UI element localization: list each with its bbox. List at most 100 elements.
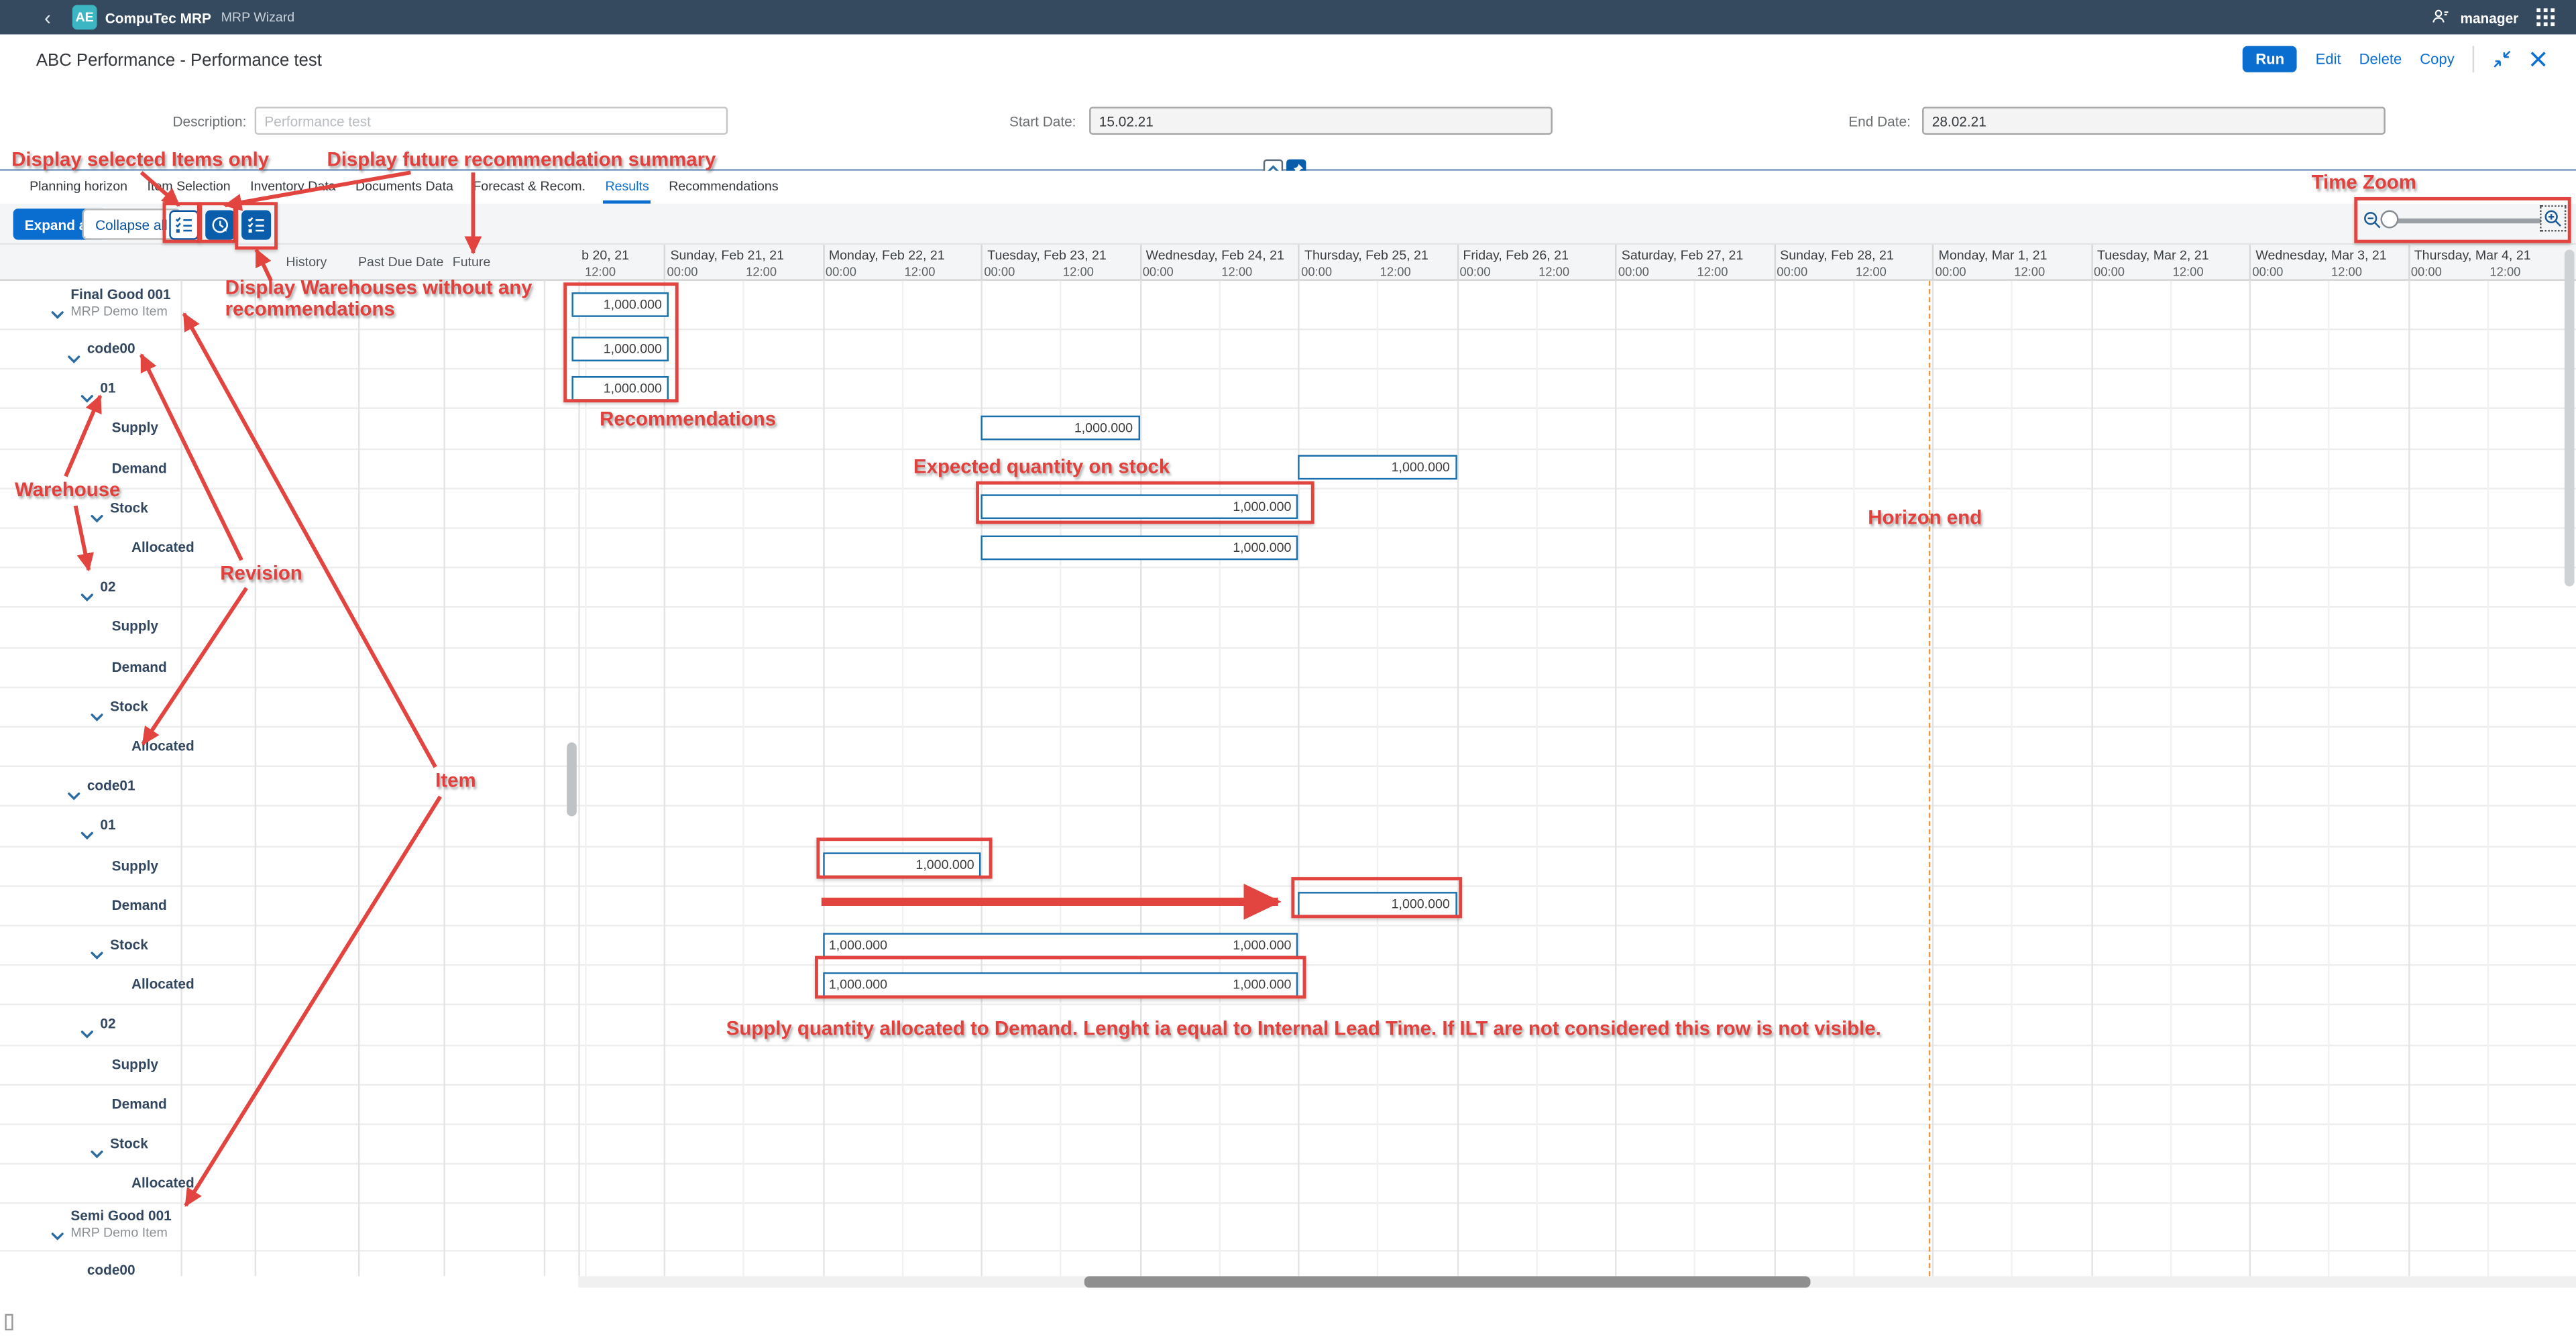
tab-strip: Planning horizon Item Selection Inventory …: [0, 171, 2576, 204]
tree-row-01[interactable]: 01: [0, 368, 544, 408]
annotation-highlight-box: [2354, 197, 2571, 243]
tab-documents-data[interactable]: Documents Data: [354, 171, 455, 204]
annotation-highlight-box: [816, 837, 992, 878]
copy-button[interactable]: Copy: [2420, 51, 2454, 67]
close-icon[interactable]: [2530, 51, 2546, 67]
annotation-highlight-box: [199, 202, 236, 243]
column-header-history: History: [255, 255, 358, 270]
timeline-tick: 00:00: [2252, 264, 2283, 279]
shell-bar: ‹ AE CompuTec MRP MRP Wizard manager: [0, 0, 2576, 34]
column-header-past-due-date: Past Due Date: [355, 255, 447, 270]
tab-item-selection[interactable]: Item Selection: [146, 171, 232, 204]
tab-forecast-recom-[interactable]: Forecast & Recom.: [471, 171, 587, 204]
user-name[interactable]: manager: [2460, 9, 2518, 25]
chevron-down-icon[interactable]: [51, 1221, 64, 1251]
tree-row-supply[interactable]: Supply: [0, 607, 544, 646]
anno-display-future-summary: Display future recommendation summary: [327, 148, 716, 170]
app-subtitle: MRP Wizard: [221, 10, 295, 25]
horizontal-scrollbar-thumb[interactable]: [1084, 1276, 1811, 1287]
timeline-tick: 00:00: [1143, 264, 1174, 279]
timeline-tick: 12:00: [2014, 264, 2045, 279]
bar-value: 1,000.000: [1233, 540, 1291, 555]
tree-row-supply[interactable]: Supply: [0, 1044, 544, 1084]
annotation-highlight-box: [235, 202, 278, 249]
collapse-window-icon[interactable]: [2492, 49, 2512, 68]
end-date-input[interactable]: [1922, 107, 2386, 135]
tree-row-demand[interactable]: Demand: [0, 885, 544, 925]
timeline-tick: 12:00: [2173, 264, 2204, 279]
tab-planning-horizon[interactable]: Planning horizon: [28, 171, 129, 204]
timeline-tick: 00:00: [1618, 264, 1649, 279]
anno-item: Item: [435, 768, 475, 791]
description-label: Description:: [99, 113, 246, 129]
anno-warehouse: Warehouse: [15, 478, 120, 501]
results-toolbar: Expand all Collapse all: [0, 204, 2576, 245]
timeline-tick: 12:00: [1221, 264, 1252, 279]
timeline-tick: 00:00: [667, 264, 698, 279]
timeline-tick: 00:00: [1777, 264, 1807, 279]
column-header-future: Future: [447, 255, 496, 270]
timeline-tick: 12:00: [1697, 264, 1728, 279]
tree-row-demand[interactable]: Demand: [0, 1084, 544, 1123]
app-launcher-icon[interactable]: [2536, 8, 2555, 26]
tree-row-supply[interactable]: Supply: [0, 408, 544, 447]
anno-recommendations: Recommendations: [600, 408, 776, 430]
title-bar: ABC Performance - Performance test Run E…: [0, 34, 2576, 93]
tree-row-semi-good-001[interactable]: Semi Good 001MRP Demo Item: [0, 1203, 544, 1251]
tree-row-allocated[interactable]: Allocated: [0, 726, 544, 766]
delete-button[interactable]: Delete: [2359, 51, 2402, 67]
tree-row-stock[interactable]: Stock: [0, 925, 544, 964]
timeline-day-label: Monday, Mar 1, 21: [1939, 248, 2048, 263]
gantt-bar[interactable]: 1,000.000: [981, 535, 1298, 560]
header-form: Description: Start Date: End Date:: [0, 99, 2576, 154]
timeline-day-label: Monday, Feb 22, 21: [829, 248, 945, 263]
timeline-tick: 00:00: [826, 264, 856, 279]
tree-row-allocated[interactable]: Allocated: [0, 964, 544, 1004]
tree-row-allocated[interactable]: Allocated: [0, 527, 544, 567]
edit-button[interactable]: Edit: [2316, 51, 2341, 67]
timeline-tick: 12:00: [2489, 264, 2520, 279]
timeline-tick: 12:00: [2331, 264, 2362, 279]
tab-recommendations[interactable]: Recommendations: [667, 171, 780, 204]
app-name: CompuTec MRP: [105, 9, 211, 25]
timeline-tick: 12:00: [1063, 264, 1094, 279]
run-button[interactable]: Run: [2243, 46, 2298, 72]
vertical-scrollbar-thumb[interactable]: [2565, 249, 2575, 586]
tree-row-supply[interactable]: Supply: [0, 846, 544, 885]
chevron-down-icon[interactable]: [51, 299, 64, 329]
tab-inventory-data[interactable]: Inventory Data: [249, 171, 337, 204]
timeline-day-label: Thursday, Mar 4, 21: [2414, 248, 2531, 263]
timeline-tick: 12:00: [746, 264, 777, 279]
app-logo: AE: [72, 5, 97, 30]
tree-row-code00[interactable]: code00: [0, 329, 544, 368]
chevron-down-icon[interactable]: [67, 1265, 80, 1276]
tree-row-allocated[interactable]: Allocated: [0, 1163, 544, 1203]
timeline-day-label: Tuesday, Mar 2, 21: [2097, 248, 2209, 263]
timeline-day-label: Tuesday, Feb 23, 21: [987, 248, 1107, 263]
tree-row-02[interactable]: 02: [0, 1004, 544, 1044]
timeline-tick: 00:00: [984, 264, 1015, 279]
gantt-bar[interactable]: 1,000.0001,000.000: [822, 932, 1298, 957]
tree-row-stock[interactable]: Stock: [0, 686, 544, 725]
timeline-tick: 12:00: [585, 264, 616, 279]
timeline-day-label: Friday, Feb 26, 21: [1463, 248, 1569, 263]
annotation-highlight-box: [163, 202, 201, 243]
end-date-label: End Date:: [1718, 113, 1911, 129]
tree-row-01[interactable]: 01: [0, 805, 544, 845]
tab-results[interactable]: Results: [604, 171, 651, 204]
page-corner-mark: [5, 1314, 13, 1330]
tree-scrollbar-thumb[interactable]: [567, 742, 577, 816]
tree-row-code00[interactable]: code00: [0, 1251, 544, 1276]
gantt-bar[interactable]: 1,000.000: [1298, 455, 1456, 480]
timeline-tick: 00:00: [2094, 264, 2125, 279]
timeline-tick: 12:00: [1538, 264, 1569, 279]
timeline-day-label: Sunday, Feb 21, 21: [670, 248, 784, 263]
back-icon[interactable]: ‹: [44, 7, 51, 27]
start-date-input[interactable]: [1089, 107, 1553, 135]
timeline-day-label: Wednesday, Mar 3, 21: [2255, 248, 2386, 263]
tree-row-stock[interactable]: Stock: [0, 1124, 544, 1163]
gantt-bar[interactable]: 1,000.000: [981, 416, 1139, 441]
description-input[interactable]: [255, 107, 728, 135]
tree-row-demand[interactable]: Demand: [0, 646, 544, 686]
timeline-day-label: Sunday, Feb 28, 21: [1780, 248, 1894, 263]
